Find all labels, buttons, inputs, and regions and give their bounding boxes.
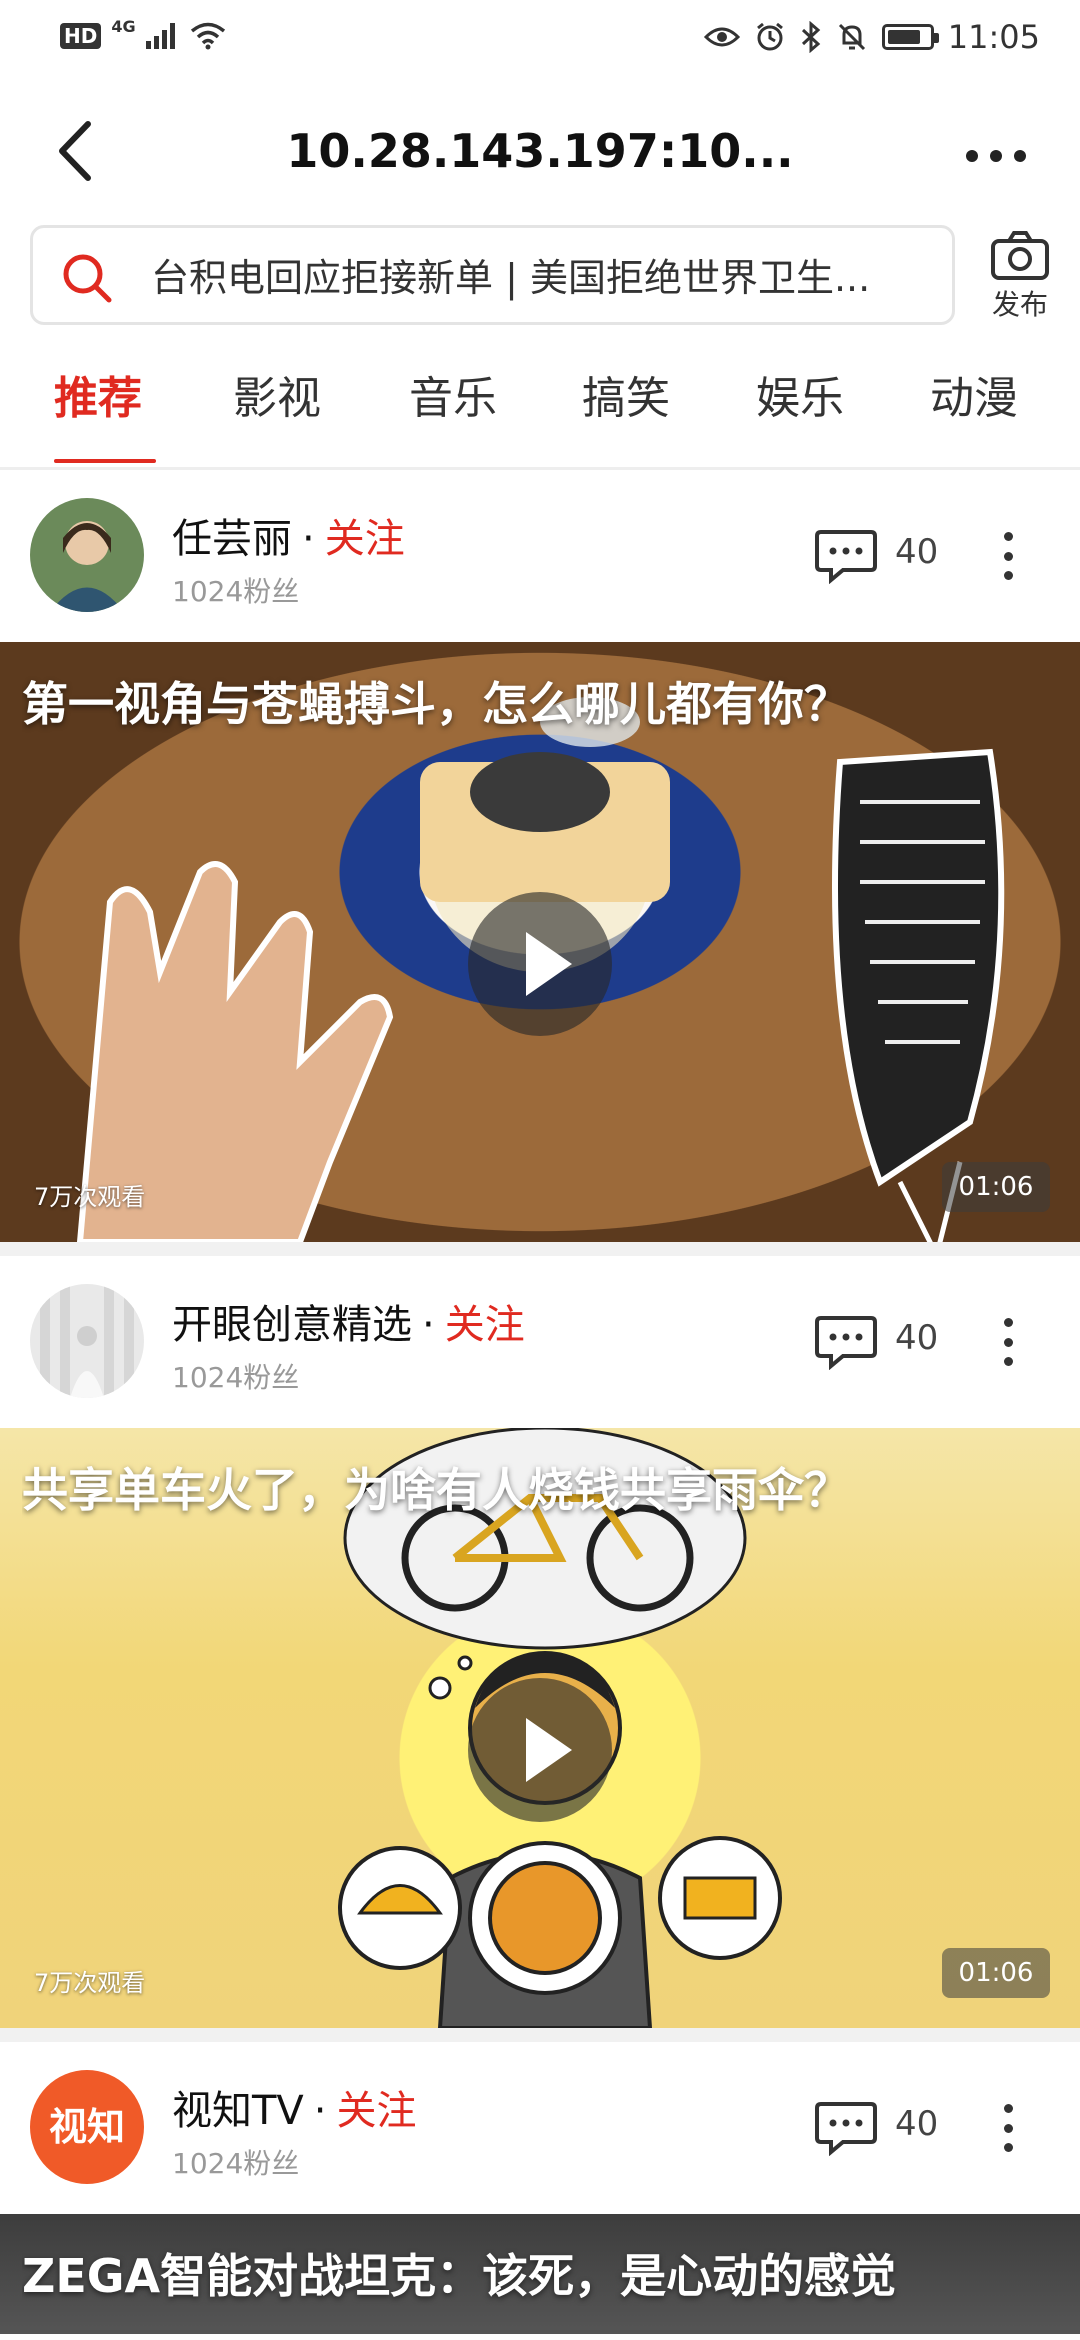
card-header: 视知 视知TV · 关注 1024粉丝 40	[0, 2042, 1080, 2214]
video-thumbnail[interactable]: 第一视角与苍蝇搏斗，怎么哪儿都有你？ 7万次观看 01:06	[0, 642, 1080, 1242]
card-header: 开眼创意精选 · 关注 1024粉丝 40	[0, 1256, 1080, 1428]
view-count: 7万次观看	[34, 1969, 146, 1997]
clock-time: 11:05	[947, 18, 1040, 56]
fans-count: 1024粉丝	[172, 1361, 300, 1394]
dot	[1003, 532, 1013, 541]
wifi-icon	[190, 22, 225, 50]
dot	[966, 150, 978, 162]
publish-label: 发布	[991, 288, 1048, 321]
author-name[interactable]: 开眼创意精选	[172, 1302, 412, 1348]
feed-card: 任芸丽 · 关注 1024粉丝 40 第一视角与苍蝇搏斗，怎么哪儿都有你？ 7万…	[0, 470, 1080, 1256]
card-header: 任芸丽 · 关注 1024粉丝 40	[0, 470, 1080, 642]
tab-entertainment[interactable]: 娱乐	[756, 355, 844, 467]
comment-icon[interactable]	[815, 1314, 877, 1370]
play-button[interactable]	[468, 1678, 612, 1822]
video-thumbnail[interactable]: ZEGA智能对战坦克：该死，是心动的感觉	[0, 2214, 1080, 2334]
dot	[1003, 2104, 1013, 2113]
camera-icon	[991, 231, 1049, 280]
follow-button[interactable]: 关注	[325, 516, 405, 562]
alarm-icon	[756, 22, 783, 51]
dot	[1003, 1318, 1013, 1327]
comment-count: 40	[895, 532, 939, 572]
video-duration: 01:06	[942, 1948, 1050, 1998]
avatar-image	[30, 1284, 144, 1398]
comment-icon[interactable]	[815, 528, 877, 584]
author-name[interactable]: 视知TV	[172, 2088, 304, 2134]
network-type: 4G	[111, 16, 136, 36]
card-divider	[0, 1242, 1080, 1256]
video-title: ZEGA智能对战坦克：该死，是心动的感觉	[22, 2249, 897, 2303]
video-title: 共享单车火了，为啥有人烧钱共享雨伞？	[22, 1463, 850, 1517]
page-title: 10.28.143.197:10...	[286, 124, 794, 178]
fans-count: 1024粉丝	[172, 2147, 300, 2180]
dot	[1003, 1337, 1013, 1347]
follow-button[interactable]: 关注	[445, 1302, 525, 1348]
video-title: 第一视角与苍蝇搏斗，怎么哪儿都有你？	[22, 677, 850, 731]
dot	[1003, 2143, 1013, 2152]
publish-button[interactable]: 发布	[975, 225, 1065, 335]
dot	[1003, 571, 1013, 580]
title-bar: 10.28.143.197:10...	[0, 96, 1080, 216]
status-right: 11:05	[703, 18, 1040, 56]
feed-card: 开眼创意精选 · 关注 1024粉丝 40 共享单车火了，为啥有人烧钱共享雨伞？…	[0, 1256, 1080, 2042]
hd-badge: HD	[60, 23, 102, 49]
dot	[1003, 2123, 1013, 2133]
comment-icon[interactable]	[815, 2100, 877, 2156]
comment-count: 40	[895, 1318, 939, 1358]
tab-movies[interactable]: 影视	[233, 355, 321, 467]
card-menu-icon[interactable]	[1000, 1318, 1016, 1366]
status-left: HD 4G	[60, 17, 226, 50]
tab-funny[interactable]: 搞笑	[582, 355, 670, 467]
dot	[990, 150, 1002, 162]
author-name[interactable]: 任芸丽	[172, 516, 292, 562]
card-menu-icon[interactable]	[1000, 2104, 1016, 2152]
battery-icon	[881, 24, 939, 50]
search-placeholder: 台积电回应拒接新单 | 美国拒绝世界卫生...	[151, 256, 871, 300]
separator-dot: ·	[422, 1302, 435, 1348]
video-feed: 任芸丽 · 关注 1024粉丝 40 第一视角与苍蝇搏斗，怎么哪儿都有你？ 7万…	[0, 470, 1080, 2334]
author-line: 开眼创意精选 · 关注	[172, 1292, 525, 1350]
card-divider	[0, 2028, 1080, 2042]
avatar[interactable]: 视知	[30, 2070, 144, 2184]
status-bar: HD 4G 11:05	[0, 0, 1080, 80]
eye-icon	[703, 27, 740, 47]
avatar-image	[30, 498, 144, 612]
active-tab-indicator	[54, 459, 156, 463]
signal-icon	[145, 23, 175, 49]
mute-bell-icon	[838, 23, 865, 51]
category-tabs: 推荐 影视 音乐 搞笑 娱乐 动漫	[0, 355, 1080, 470]
dot	[1003, 1357, 1013, 1366]
avatar[interactable]	[30, 1284, 144, 1398]
author-line: 视知TV · 关注	[172, 2078, 417, 2136]
separator-dot: ·	[313, 2088, 327, 2134]
author-line: 任芸丽 · 关注	[172, 506, 405, 564]
view-count: 7万次观看	[34, 1183, 146, 1211]
back-arrow-icon[interactable]	[48, 116, 108, 186]
video-duration: 01:06	[942, 1162, 1050, 1212]
search-icon	[63, 254, 112, 303]
follow-button[interactable]: 关注	[337, 2088, 417, 2134]
separator-dot: ·	[302, 516, 315, 562]
more-dots-icon[interactable]	[956, 136, 1036, 176]
tab-recommend[interactable]: 推荐	[54, 355, 142, 467]
fans-count: 1024粉丝	[172, 575, 300, 608]
video-thumbnail[interactable]: 共享单车火了，为啥有人烧钱共享雨伞？ 7万次观看 01:06	[0, 1428, 1080, 2028]
play-button[interactable]	[468, 892, 612, 1036]
search-input[interactable]: 台积电回应拒接新单 | 美国拒绝世界卫生...	[30, 225, 955, 325]
feed-card: 视知 视知TV · 关注 1024粉丝 40 ZEGA智能对战坦克：该死，是心动的感…	[0, 2042, 1080, 2334]
tab-music[interactable]: 音乐	[409, 355, 497, 467]
dot	[1003, 551, 1013, 561]
tab-anime[interactable]: 动漫	[930, 355, 1018, 467]
avatar-logo-text: 视知	[48, 2105, 125, 2149]
avatar[interactable]	[30, 498, 144, 612]
card-menu-icon[interactable]	[1000, 532, 1016, 580]
comment-count: 40	[895, 2104, 939, 2144]
dot	[1014, 150, 1026, 162]
bluetooth-icon	[801, 21, 821, 53]
